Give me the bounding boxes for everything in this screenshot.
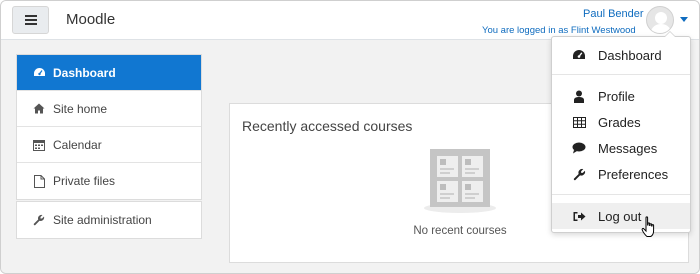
logged-in-as-text: You are logged in as Flint Westwood	[482, 25, 636, 36]
nav-group-admin: Site administration	[16, 201, 202, 239]
user-silhouette-icon	[650, 12, 672, 33]
nav-item-calendar[interactable]: Calendar	[17, 127, 201, 163]
menu-item-label: Grades	[598, 114, 641, 130]
dashboard-icon	[572, 48, 586, 62]
menu-divider	[552, 194, 690, 195]
nav-item-label: Site administration	[53, 213, 152, 227]
menu-item-label: Log out	[598, 208, 642, 224]
nav-item-dashboard[interactable]: Dashboard	[17, 55, 201, 91]
hand-cursor-icon	[641, 216, 657, 245]
wrench-icon	[31, 213, 47, 227]
nav-item-label: Site home	[53, 101, 108, 116]
nav-item-label: Private files	[53, 174, 116, 188]
block-title: Recently accessed courses	[242, 118, 413, 134]
drawer-toggle-button[interactable]	[12, 6, 49, 34]
wrench-icon	[572, 167, 586, 181]
nav-item-site-administration[interactable]: Site administration	[17, 202, 201, 238]
browser-frame: Moodle Paul Bender You are logged in as …	[0, 0, 700, 274]
nav-item-private-files[interactable]: Private files	[17, 163, 201, 199]
navbar: Moodle Paul Bender You are logged in as …	[1, 1, 699, 40]
no-courses-illustration	[424, 149, 500, 220]
comment-icon	[572, 141, 586, 155]
menu-item-dashboard[interactable]: Dashboard	[552, 42, 690, 68]
nav-drawer: Dashboard Site home Calendar Private fil…	[1, 40, 217, 273]
avatar[interactable]	[646, 6, 674, 34]
user-icon	[572, 89, 586, 103]
menu-item-grades[interactable]: Grades	[552, 109, 690, 135]
menu-item-label: Dashboard	[598, 47, 662, 63]
menu-item-messages[interactable]: Messages	[552, 135, 690, 161]
nav-item-label: Dashboard	[53, 65, 116, 80]
user-menu-toggle[interactable]: Paul Bender	[583, 8, 644, 20]
nav-item-site-home[interactable]: Site home	[17, 91, 201, 127]
menu-item-profile[interactable]: Profile	[552, 83, 690, 109]
calendar-icon	[31, 138, 47, 152]
table-icon	[572, 115, 586, 129]
file-icon	[31, 174, 47, 188]
sign-out-icon	[572, 209, 586, 223]
home-icon	[31, 102, 47, 116]
site-brand[interactable]: Moodle	[66, 11, 115, 28]
user-menu-dropdown: Dashboard Profile Grades Messages Prefer…	[551, 31, 691, 233]
menu-item-label: Messages	[598, 140, 658, 156]
menu-divider	[552, 74, 690, 75]
nav-item-label: Calendar	[53, 137, 102, 152]
menu-item-label: Preferences	[598, 166, 669, 182]
menu-item-label: Profile	[598, 88, 635, 104]
menu-item-preferences[interactable]: Preferences	[552, 161, 690, 187]
hamburger-icon	[24, 15, 37, 25]
dashboard-icon	[31, 66, 47, 80]
nav-group-main: Dashboard Site home Calendar Private fil…	[16, 54, 202, 200]
chevron-down-icon[interactable]	[680, 17, 688, 22]
menu-item-log-out[interactable]: Log out	[552, 203, 690, 229]
